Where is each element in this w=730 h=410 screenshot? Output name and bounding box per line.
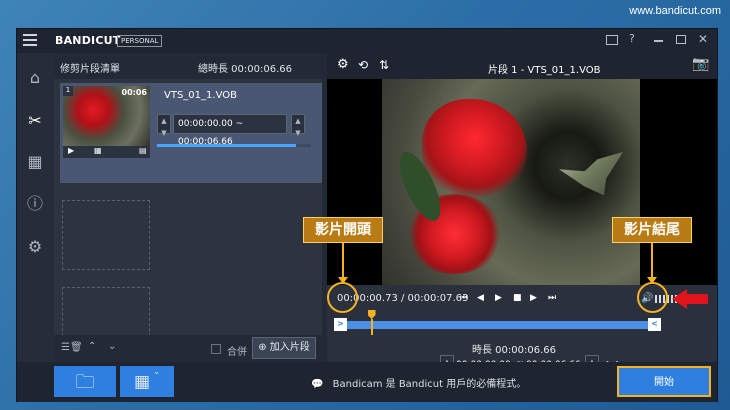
output-format-button[interactable]: ▦ ⌄ xyxy=(120,366,174,397)
timeline-track[interactable] xyxy=(341,310,659,335)
end-marker[interactable]: < xyxy=(648,318,661,331)
clip-list-footer: ☰🗑 ⌃ ⌄ 合併 ⊕ 加入片段 xyxy=(54,335,322,362)
flower-shape xyxy=(422,99,527,199)
step-forward-icon[interactable]: ▶ xyxy=(530,293,537,303)
open-file-button[interactable]: 🗀 xyxy=(54,366,116,397)
clip-thumbnail[interactable]: 1 00:06 xyxy=(63,86,150,146)
callout-end-line xyxy=(651,243,653,277)
start-marker[interactable]: > xyxy=(334,318,347,331)
film-format-icon: ▦ xyxy=(134,372,151,392)
clip-progress-fill xyxy=(157,144,296,147)
video-frame xyxy=(382,79,640,285)
grid-icon[interactable]: ▦ xyxy=(94,146,102,155)
stop-icon[interactable]: ■ xyxy=(513,293,522,303)
close-icon[interactable]: ✕ xyxy=(698,32,708,46)
clip-start-time: 00:00:00.00 xyxy=(178,119,233,129)
film-icon[interactable]: ▦ xyxy=(23,151,47,173)
home-icon[interactable]: ⌂ xyxy=(23,67,47,89)
clip-name: VTS_01_1.VOB xyxy=(164,90,237,101)
sidebar: ⌂ ✂ ▦ ⓘ ⚙ ◉ xyxy=(17,53,54,401)
playhead-line xyxy=(370,319,373,335)
play-icon[interactable]: ▶ xyxy=(68,146,74,155)
clip-controls: ▶ ▦ ▤ xyxy=(63,146,150,158)
start-highlight-ring xyxy=(327,282,358,313)
start-button[interactable]: 開始 xyxy=(617,366,711,397)
edition-badge: PERSONAL xyxy=(117,35,163,47)
folder-icon: 🗀 xyxy=(75,371,95,393)
empty-slot xyxy=(62,200,150,270)
flip-icon[interactable]: ⇅ xyxy=(379,58,389,72)
pointer-arrow xyxy=(672,289,687,309)
add-clip-button[interactable]: ⊕ 加入片段 xyxy=(252,337,316,359)
clip-range-separator: ~ xyxy=(235,119,244,129)
message-icon: 💬 xyxy=(311,379,324,390)
move-down-icon[interactable]: ⌄ xyxy=(108,341,116,352)
clip-start-spinner[interactable]: ▲ ▼ xyxy=(157,114,171,137)
help-icon[interactable]: ? xyxy=(629,32,635,45)
trash-icon[interactable]: ▤ xyxy=(139,146,147,155)
clip-list-panel: 修剪片段清單 總時長 00:00:06.66 1 00:06 ▶ ▦ ▤ VTS… xyxy=(54,53,322,362)
end-highlight-ring xyxy=(637,282,668,313)
bird-shape xyxy=(559,152,623,196)
duration-label: 時長 00:00:06.66 xyxy=(472,345,556,356)
clip-duration: 00:06 xyxy=(121,88,147,97)
website-url: www.bandicut.com xyxy=(629,5,721,17)
bottom-bar: 🗀 ▦ ⌄ 💬 Bandicam 是 Bandicut 用戶的必備程式。 開始 xyxy=(17,362,717,402)
callout-video-start: 影片開頭 xyxy=(303,217,383,243)
cut-icon[interactable]: ✂ xyxy=(23,110,47,132)
preview-header: ⚙ ⟲ ⇅ 片段 1 - VTS_01_1.VOB 📷 xyxy=(327,53,717,79)
play-icon[interactable]: ▶ xyxy=(495,293,502,303)
app-window: BANDICUT PERSONAL ? ✕ ⌂ ✂ ▦ ⓘ ⚙ ◉ 修剪片段清單… xyxy=(16,28,718,402)
status-text: Bandicam 是 Bandicut 用戶的必備程式。 xyxy=(332,379,527,390)
callout-video-end: 影片結尾 xyxy=(612,217,692,243)
merge-label: 合併 xyxy=(227,347,247,358)
callout-start-line xyxy=(342,243,344,277)
rotate-icon[interactable]: ⟲ xyxy=(358,58,368,72)
add-clip-label: 加入片段 xyxy=(269,342,310,353)
total-duration: 總時長 00:00:06.66 xyxy=(198,64,292,75)
move-up-icon[interactable]: ⌃ xyxy=(88,341,96,352)
status-message: 💬 Bandicam 是 Bandicut 用戶的必備程式。 xyxy=(311,375,526,390)
camera-icon[interactable]: 📷 xyxy=(692,56,709,72)
clip-list-title: 修剪片段清單 xyxy=(60,64,120,75)
list-delete-icon[interactable]: ☰🗑 xyxy=(61,342,83,353)
chevron-down-icon: ⌄ xyxy=(153,367,160,376)
minimize-icon[interactable] xyxy=(654,40,663,42)
clip-end-spinner[interactable]: ▲ ▼ xyxy=(291,114,305,137)
menu-icon[interactable] xyxy=(23,34,37,46)
preview-title: 片段 1 - VTS_01_1.VOB xyxy=(488,65,601,76)
clip-time-range[interactable]: 00:00:00.00 ~ 00:00:06.66 xyxy=(173,114,287,147)
clip-index: 1 xyxy=(63,86,73,96)
title-bar: BANDICUT PERSONAL ? ✕ xyxy=(17,29,717,53)
video-preview[interactable] xyxy=(327,79,717,285)
playhead-marker[interactable] xyxy=(367,310,376,319)
skip-start-icon[interactable]: ⏮ xyxy=(460,293,468,303)
preview-panel: ⚙ ⟲ ⇅ 片段 1 - VTS_01_1.VOB 📷 00:00:00.73 … xyxy=(327,53,717,378)
clip-progress-track xyxy=(157,144,311,147)
gear-icon[interactable]: ⚙ xyxy=(23,236,47,258)
settings-icon[interactable]: ⚙ xyxy=(337,57,349,72)
merge-checkbox[interactable] xyxy=(211,344,221,354)
pointer-arrow-shaft xyxy=(687,294,708,304)
step-back-icon[interactable]: ◀ xyxy=(477,293,484,303)
info-icon[interactable]: ⓘ xyxy=(23,193,47,215)
skip-end-icon[interactable]: ⏭ xyxy=(548,293,556,303)
maximize-icon[interactable] xyxy=(676,35,686,44)
clip-item[interactable]: 1 00:06 ▶ ▦ ▤ VTS_01_1.VOB ▲ ▼ 00:00:00.0… xyxy=(60,83,322,183)
app-logo: BANDICUT xyxy=(55,34,121,47)
playback-controls: ⏮ ◀ ▶ ■ ▶ ⏭ xyxy=(460,293,565,307)
plus-icon: ⊕ xyxy=(258,342,267,353)
folder-small-icon[interactable] xyxy=(606,35,618,45)
clip-list-header: 修剪片段清單 總時長 00:00:06.66 xyxy=(54,53,322,79)
